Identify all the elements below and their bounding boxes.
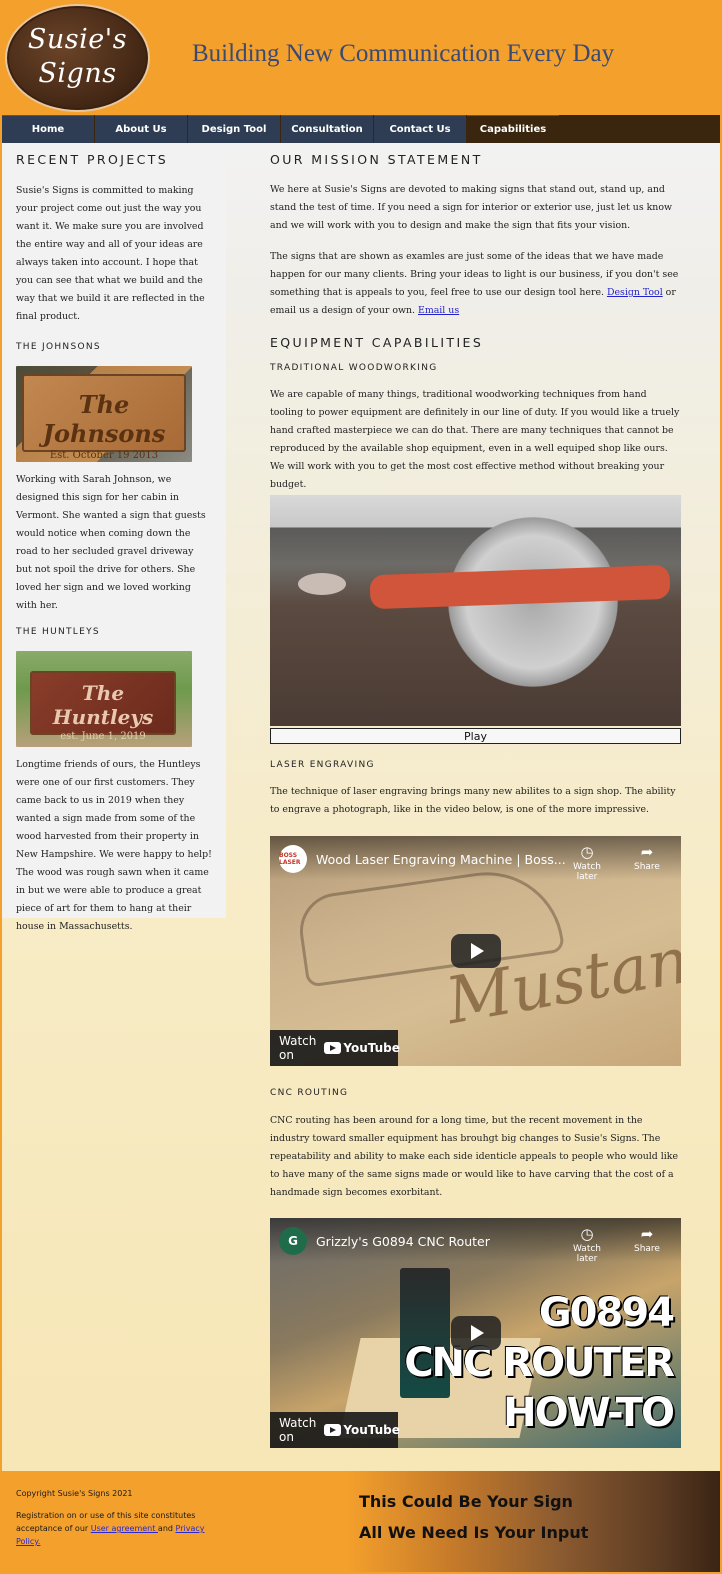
huntleys-sign-sub: est. June 1, 2019 <box>60 731 146 742</box>
huntleys-sign-main: The Huntleys <box>52 681 154 729</box>
user-agreement-link[interactable]: User agreement <box>91 1524 158 1533</box>
youtube-logo: YouTube <box>324 1041 400 1055</box>
clock-icon: ◷ <box>580 843 594 861</box>
nav-item-contact-us[interactable]: Contact Us <box>374 115 466 143</box>
mission-paragraph-1: We here at Susie's Signs are devoted to … <box>270 184 673 231</box>
youtube-brand-text: YouTube <box>343 1423 400 1437</box>
laser-text: The technique of laser engraving brings … <box>270 786 676 815</box>
site-footer: Copyright Susie's Signs 2021 Registratio… <box>2 1471 720 1572</box>
video-title[interactable]: Wood Laser Engraving Machine | Boss... <box>316 852 566 867</box>
share-button[interactable]: ➦ Share <box>622 844 672 872</box>
watch-later-label: Watch later <box>572 862 602 882</box>
watch-on-label: Watch on <box>279 1034 317 1062</box>
huntleys-sign-image: The Huntleys est. June 1, 2019 <box>16 651 192 747</box>
cnc-thumb-line2: CNC ROUTER <box>404 1340 675 1386</box>
nav-item-about-us[interactable]: About Us <box>95 115 187 143</box>
registration-text-mid: and <box>157 1524 176 1533</box>
cnc-heading: CNC ROUTING <box>270 1088 349 1098</box>
share-button[interactable]: ➦ Share <box>622 1226 672 1254</box>
nav-item-consultation[interactable]: Consultation <box>281 115 373 143</box>
logo-line1: Susie's <box>27 24 128 55</box>
play-icon <box>471 1325 484 1341</box>
watch-later-button[interactable]: ◷ Watch later <box>562 844 612 882</box>
project-heading-johnsons: THE JOHNSONS <box>16 342 101 352</box>
saw-plate <box>369 564 671 610</box>
share-label: Share <box>634 1244 660 1254</box>
woodworking-text: We are capable of many things, tradition… <box>270 389 680 490</box>
youtube-play-button[interactable] <box>451 934 501 968</box>
watch-later-label: Watch later <box>572 1244 602 1264</box>
huntleys-sign-board: The Huntleys est. June 1, 2019 <box>30 671 176 742</box>
project-heading-huntleys: THE HUNTLEYS <box>16 627 100 637</box>
johnsons-sign-sub: Est. October 19 2013 <box>49 450 159 461</box>
footer-slogan-2: All We Need Is Your Input <box>359 1523 589 1542</box>
play-icon <box>471 943 484 959</box>
youtube-play-button[interactable] <box>451 1316 501 1350</box>
watch-on-label: Watch on <box>279 1416 317 1444</box>
mission-title: OUR MISSION STATEMENT <box>270 152 483 167</box>
sidebar: RECENT PROJECTS Susie's Signs is committ… <box>2 143 226 932</box>
cnc-youtube-embed[interactable]: G0894 CNC ROUTER HOW-TO G Grizzly's G089… <box>270 1218 681 1448</box>
logo-line2: Signs <box>38 58 117 89</box>
project-text-johnsons: Working with Sarah Johnson, we designed … <box>16 474 206 611</box>
project-text-huntleys: Longtime friends of ours, the Huntleys w… <box>16 759 212 932</box>
watch-on-youtube-button[interactable]: Watch on YouTube <box>270 1412 400 1448</box>
share-icon: ➦ <box>640 843 654 861</box>
clock-icon: ◷ <box>580 1225 594 1243</box>
mission-paragraph-2: The signs that are shown as examles are … <box>270 248 682 320</box>
youtube-logo: YouTube <box>324 1423 400 1437</box>
video-play-button[interactable]: Play <box>270 728 681 744</box>
watch-on-youtube-button[interactable]: Watch on YouTube <box>270 1030 400 1066</box>
main-content: OUR MISSION STATEMENT We here at Susie's… <box>270 143 682 494</box>
share-icon: ➦ <box>640 1225 654 1243</box>
cnc-text: CNC routing has been around for a long t… <box>270 1115 678 1198</box>
laser-youtube-embed[interactable]: Mustang BOSS LASER Wood Laser Engraving … <box>270 836 681 1066</box>
watch-later-button[interactable]: ◷ Watch later <box>562 1226 612 1264</box>
nav-item-capabilities[interactable]: Capabilities <box>467 115 559 143</box>
laser-heading: LASER ENGRAVING <box>270 760 375 770</box>
email-us-link[interactable]: Email us <box>418 305 459 316</box>
share-label: Share <box>634 862 660 872</box>
youtube-logo-icon <box>324 1042 342 1054</box>
sidebar-title: RECENT PROJECTS <box>16 152 169 167</box>
copyright-text: Copyright Susie's Signs 2021 <box>16 1489 133 1498</box>
registration-notice: Registration on or use of this site cons… <box>16 1509 216 1548</box>
footer-slogan-1: This Could Be Your Sign <box>359 1492 573 1511</box>
channel-avatar[interactable]: G <box>279 1227 307 1255</box>
page-frame: Susie's Signs Building New Communication… <box>2 2 720 1572</box>
johnsons-sign-board: The Johnsons Est. October 19 2013 <box>22 374 186 461</box>
main-nav: Home About Us Design Tool Consultation C… <box>2 115 720 143</box>
youtube-brand-text: YouTube <box>343 1041 400 1055</box>
video-title[interactable]: Grizzly's G0894 CNC Router <box>316 1234 490 1249</box>
youtube-logo-icon <box>324 1424 342 1436</box>
channel-avatar[interactable]: BOSS LASER <box>279 845 307 873</box>
site-logo[interactable]: Susie's Signs <box>5 4 150 112</box>
cnc-thumb-line3: HOW-TO <box>503 1390 675 1436</box>
nav-item-design-tool[interactable]: Design Tool <box>188 115 280 143</box>
saw-table-mark <box>298 573 346 595</box>
cnc-thumb-line1: G0894 <box>538 1290 675 1336</box>
woodworking-heading: TRADITIONAL WOODWORKING <box>270 363 438 373</box>
johnsons-sign-main: The Johnsons <box>42 390 166 448</box>
nav-item-home[interactable]: Home <box>2 115 94 143</box>
design-tool-link[interactable]: Design Tool <box>607 287 663 298</box>
johnsons-sign-image: The Johnsons Est. October 19 2013 <box>16 366 192 462</box>
table-saw-video[interactable] <box>270 495 681 726</box>
sidebar-intro: Susie's Signs is committed to making you… <box>16 185 205 322</box>
site-header: Susie's Signs Building New Communication… <box>2 2 720 115</box>
equipment-title: EQUIPMENT CAPABILITIES <box>270 335 484 350</box>
cnc-thumbnail-text: G0894 CNC ROUTER HOW-TO <box>404 1288 675 1438</box>
site-tagline: Building New Communication Every Day <box>192 40 615 67</box>
